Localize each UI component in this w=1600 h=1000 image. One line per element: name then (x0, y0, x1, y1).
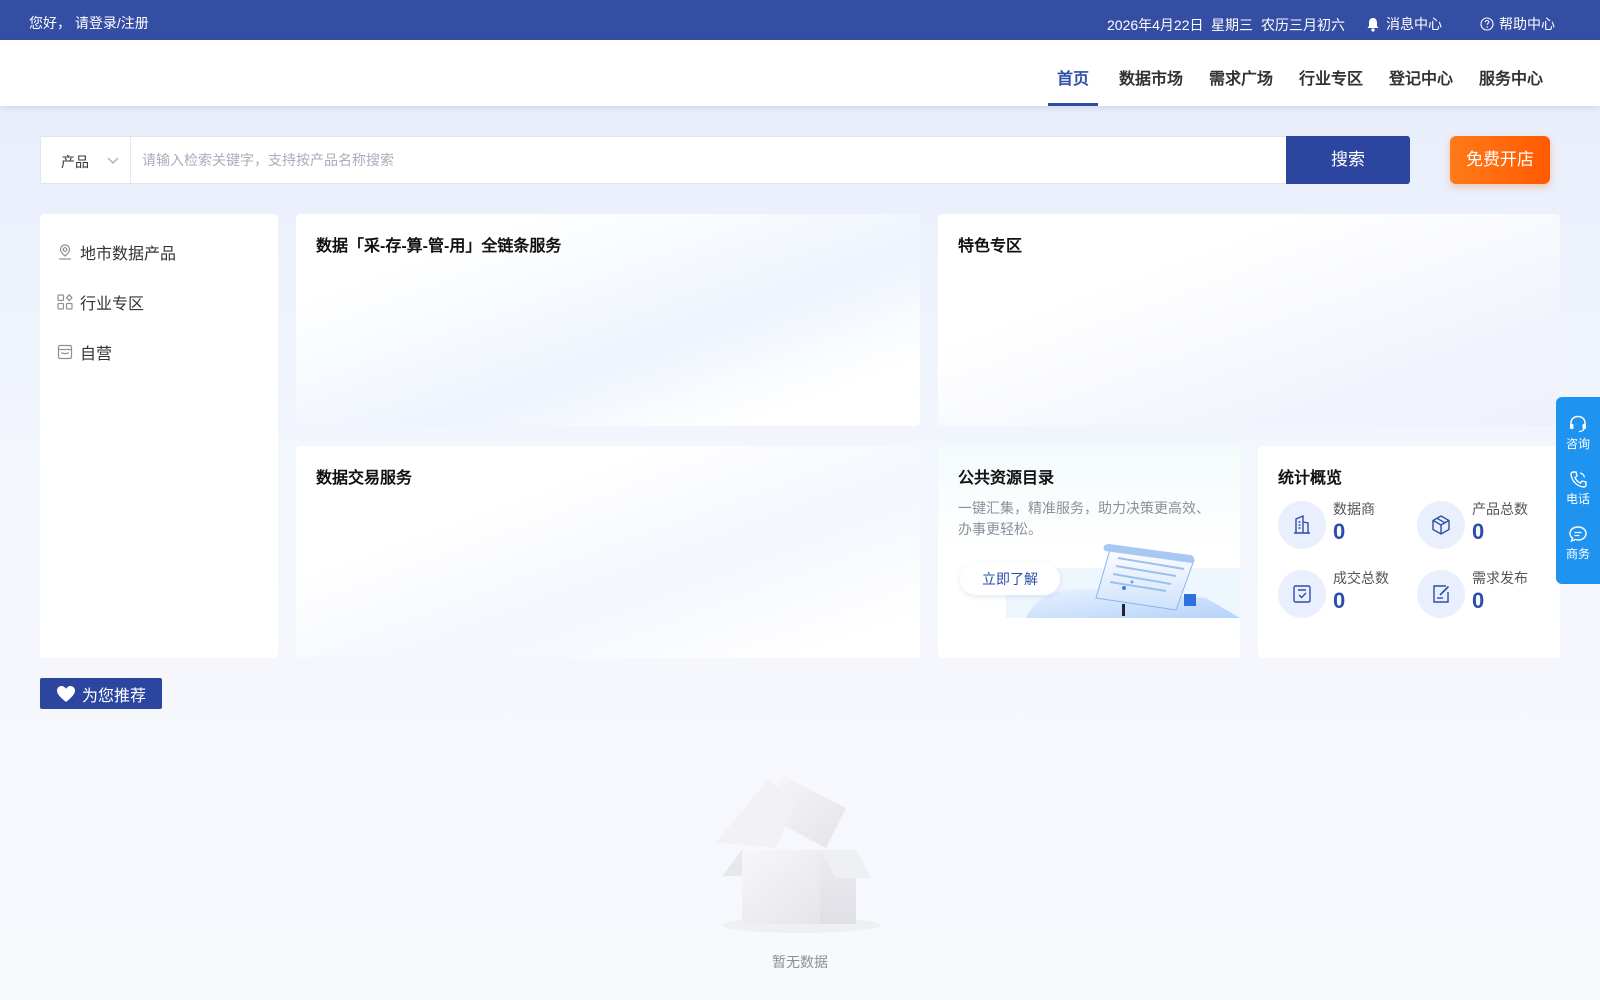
search-type-select[interactable]: 产品 (41, 137, 131, 183)
checklist-icon (1278, 570, 1326, 618)
top-bar: 您好， 请登录/注册 2026年4月22日 星期三 农历三月初六 消息中心 帮助… (0, 0, 1600, 40)
search-input[interactable] (132, 137, 1282, 183)
floating-contact-bar: 咨询 电话 商务 (1556, 397, 1600, 584)
edit-icon (1417, 570, 1465, 618)
chain-service-card[interactable]: 数据「采-存-算-管-用」全链条服务 (296, 214, 920, 426)
nav-demand-square[interactable]: 需求广场 (1209, 65, 1273, 89)
stat-data-vendors: 数据商 0 (1278, 499, 1418, 551)
location-icon (59, 244, 71, 260)
stat-label: 产品总数 (1472, 501, 1528, 517)
menu-item-label: 地市数据产品 (80, 246, 177, 263)
headset-icon (1570, 415, 1586, 433)
nav-service-center[interactable]: 服务中心 (1479, 65, 1543, 89)
menu-item-label: 行业专区 (80, 296, 145, 313)
stat-value: 0 (1333, 519, 1346, 544)
consult-button[interactable]: 咨询 (1556, 415, 1600, 452)
business-label: 商务 (1565, 547, 1590, 561)
card-title: 数据「采-存-算-管-用」全链条服务 (316, 238, 562, 255)
stat-total-products: 产品总数 0 (1417, 499, 1557, 551)
card-title: 公共资源目录 (958, 470, 1055, 487)
nav-data-market[interactable]: 数据市场 (1119, 65, 1183, 89)
apps-icon (57, 293, 73, 310)
stat-value: 0 (1472, 588, 1485, 613)
card-title: 特色专区 (958, 238, 1023, 255)
menu-item-self-operated[interactable]: 自营 (56, 340, 112, 364)
learn-more-button[interactable]: 立即了解 (960, 563, 1060, 595)
building-icon (1278, 501, 1326, 549)
stat-label: 成交总数 (1333, 570, 1389, 586)
trade-service-card[interactable]: 数据交易服务 (296, 446, 920, 658)
featured-zone-card[interactable]: 特色专区 (938, 214, 1560, 426)
recommend-label: 为您推荐 (81, 687, 146, 705)
bell-icon (1367, 17, 1379, 32)
phone-icon (1570, 471, 1587, 488)
chevron-down-icon (107, 157, 119, 164)
free-open-shop-button[interactable]: 免费开店 (1450, 136, 1550, 184)
nav-active-indicator (1048, 103, 1098, 106)
lunar-date: 农历三月初六 (1261, 17, 1345, 33)
store-icon (57, 344, 73, 360)
current-weekday: 星期三 (1211, 17, 1253, 33)
menu-item-city-data-products[interactable]: 地市数据产品 (56, 240, 176, 264)
question-circle-icon (1480, 17, 1494, 31)
help-center-link[interactable]: 帮助中心 (1480, 14, 1555, 34)
nav-registration-center[interactable]: 登记中心 (1389, 65, 1453, 89)
stat-label: 数据商 (1333, 501, 1375, 517)
category-menu: 地市数据产品 行业专区 自营 (40, 214, 278, 658)
cube-icon (1417, 501, 1465, 549)
stat-label: 需求发布 (1472, 570, 1528, 586)
phone-button[interactable]: 电话 (1556, 470, 1600, 507)
phone-label: 电话 (1565, 492, 1590, 506)
card-title: 统计概览 (1278, 470, 1343, 487)
stat-demand-posts: 需求发布 0 (1417, 568, 1557, 620)
message-center-link[interactable]: 消息中心 (1366, 14, 1442, 34)
public-catalog-card: 公共资源目录 一键汇集，精准服务，助力决策更高效、办事更轻松。 立即了解 (938, 446, 1240, 658)
heart-icon (56, 685, 75, 702)
empty-box-illustration (716, 776, 881, 933)
login-register-link[interactable]: 您好， 请登录/注册 (29, 13, 149, 33)
stats-overview-card: 统计概览 数据商 0 产品总数 0 成交总数 0 需求发布 0 (1258, 446, 1560, 658)
search-button[interactable]: 搜索 (1286, 136, 1410, 184)
menu-item-industry-zone[interactable]: 行业专区 (56, 290, 144, 314)
search-type-label: 产品 (61, 154, 89, 170)
help-center-label: 帮助中心 (1499, 16, 1555, 32)
search-bar: 产品 (40, 136, 1410, 184)
current-date: 2026年4月22日 (1107, 17, 1204, 33)
card-title: 数据交易服务 (316, 470, 413, 487)
business-button[interactable]: 商务 (1556, 525, 1600, 562)
chat-icon (1569, 526, 1587, 543)
nav-home[interactable]: 首页 (1057, 65, 1089, 89)
card-description: 一键汇集，精准服务，助力决策更高效、办事更轻松。 (958, 500, 1210, 537)
recommend-tag: 为您推荐 (40, 678, 162, 709)
menu-item-label: 自营 (80, 346, 113, 363)
stat-value: 0 (1333, 588, 1346, 613)
message-center-label: 消息中心 (1386, 16, 1442, 32)
nav-industry-zone[interactable]: 行业专区 (1299, 65, 1363, 89)
consult-label: 咨询 (1565, 437, 1590, 451)
empty-state-text: 暂无数据 (772, 954, 828, 970)
main-nav: 首页 数据市场 需求广场 行业专区 登记中心 服务中心 (0, 40, 1600, 106)
stat-total-deals: 成交总数 0 (1278, 568, 1418, 620)
stat-value: 0 (1472, 519, 1485, 544)
